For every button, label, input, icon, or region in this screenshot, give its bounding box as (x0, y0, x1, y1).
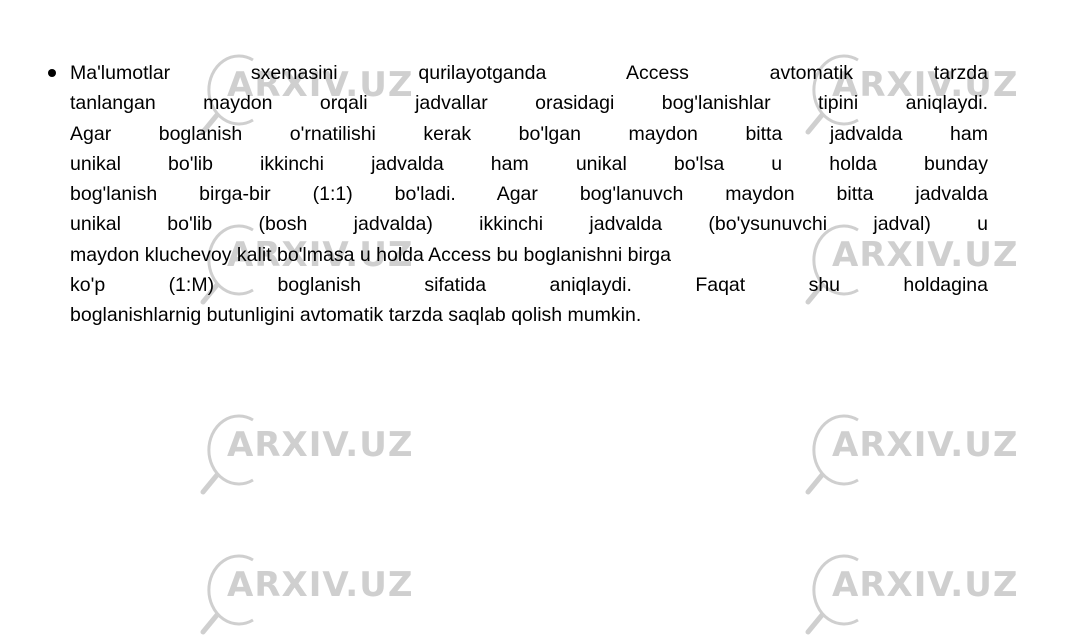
paragraph-line: ko'p (1:M) boglanish sifatida aniqlaydi.… (70, 274, 988, 297)
paragraph-line: boglanishlarnig butunligini avtomatik ta… (70, 304, 642, 327)
bullet-dot-icon (48, 69, 56, 77)
slide: Ma'lumotlar sxemasini qurilayotganda Acc… (0, 0, 1067, 600)
paragraph-line: bog'lanish birga-bir (1:1) bo'ladi. Agar… (70, 183, 988, 206)
paragraph-line: maydon kluchevoy kalit bo'lmasa u holda … (70, 243, 671, 266)
paragraph-line: unikal bo'lib ikkinchi jadvalda ham unik… (70, 152, 988, 175)
paragraph-line: Agar boglanish o'rnatilishi kerak bo'lga… (70, 122, 988, 145)
paragraph-line: tanlangan maydon orqali jadvallar orasid… (70, 92, 988, 115)
paragraph-line: Ma'lumotlar sxemasini qurilayotganda Acc… (70, 62, 988, 84)
paragraph-line: unikal bo'lib (bosh jadvalda) ikkinchi j… (70, 213, 988, 236)
bullet-paragraph: Ma'lumotlar sxemasini qurilayotganda Acc… (70, 58, 988, 331)
bullet-item: Ma'lumotlar sxemasini qurilayotganda Acc… (48, 58, 988, 331)
